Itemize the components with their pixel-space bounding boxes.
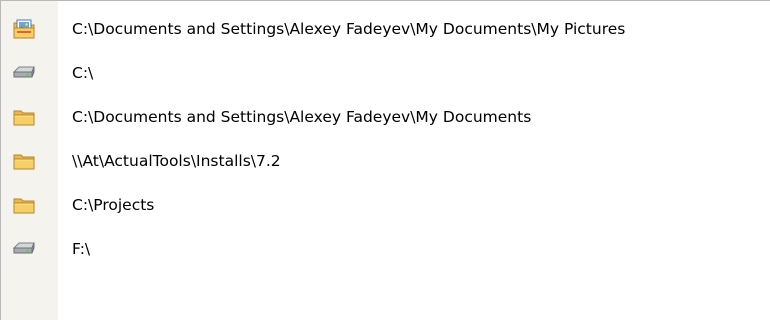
menu-item-my-documents[interactable]: C:\Documents and Settings\Alexey Fadeyev…	[1, 95, 770, 139]
menu-item-label: C:\Documents and Settings\Alexey Fadeyev…	[72, 108, 532, 126]
menu-item-label: C:\	[72, 64, 94, 82]
folder-icon	[11, 192, 37, 218]
menu-item-network-installs[interactable]: \\At\ActualTools\Installs\7.2	[1, 139, 770, 183]
drive-icon	[11, 236, 37, 262]
menu-items: C:\Documents and Settings\Alexey Fadeyev…	[1, 7, 770, 271]
folder-icon	[11, 148, 37, 174]
menu-item-label: C:\Documents and Settings\Alexey Fadeyev…	[72, 20, 626, 38]
drive-icon	[11, 60, 37, 86]
menu-item-drive-c[interactable]: C:\	[1, 51, 770, 95]
recent-folders-menu: C:\Documents and Settings\Alexey Fadeyev…	[0, 0, 770, 320]
menu-item-drive-f[interactable]: F:\	[1, 227, 770, 271]
pictures-folder-icon	[11, 16, 37, 42]
folder-icon	[11, 104, 37, 130]
menu-item-projects[interactable]: C:\Projects	[1, 183, 770, 227]
menu-item-my-pictures[interactable]: C:\Documents and Settings\Alexey Fadeyev…	[1, 7, 770, 51]
menu-item-label: C:\Projects	[72, 196, 155, 214]
menu-item-label: \\At\ActualTools\Installs\7.2	[72, 152, 281, 170]
menu-item-label: F:\	[72, 240, 91, 258]
